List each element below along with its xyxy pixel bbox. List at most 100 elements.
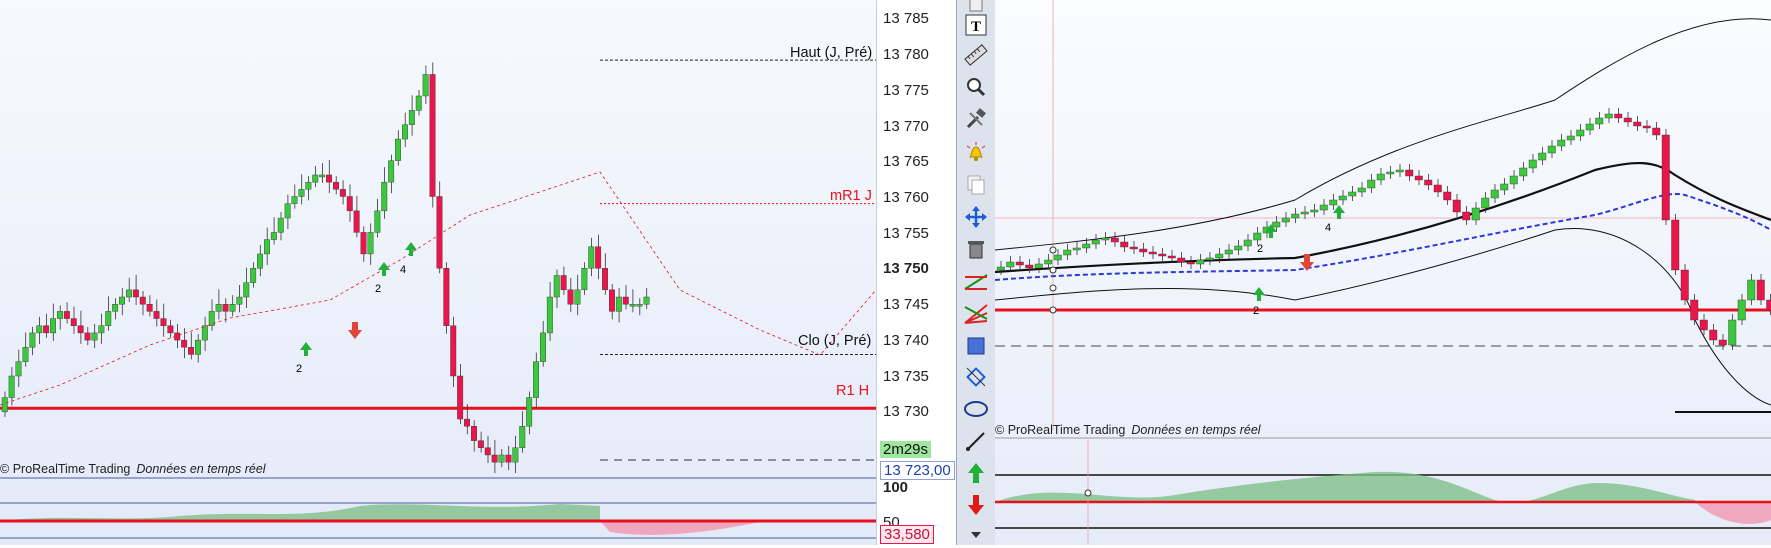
candle (589, 247, 595, 269)
alarm-icon[interactable] (961, 139, 991, 165)
candle (250, 268, 256, 282)
candle (464, 419, 470, 426)
candle (230, 304, 236, 311)
candle (195, 340, 201, 354)
candle (1064, 250, 1072, 255)
candle (1016, 262, 1024, 265)
rotate-rect-icon[interactable] (961, 364, 991, 390)
candle (85, 333, 91, 340)
watermark-copyright-icon: © (0, 462, 9, 476)
rectangle-icon[interactable] (961, 333, 991, 359)
osc-fill-up (995, 472, 1695, 502)
last-price-tag: 13 723,00 (880, 461, 955, 480)
left-chart-panel[interactable]: Haut (J, Pré) mR1 J Clo (J, Pré) R1 H 2 … (0, 0, 876, 545)
candle (375, 211, 381, 233)
selection-handle (1050, 307, 1056, 313)
candle (1092, 240, 1100, 244)
text-icon[interactable]: T (961, 12, 991, 38)
candle (533, 362, 539, 398)
candle (1463, 212, 1471, 220)
candle (1757, 280, 1765, 300)
price-axis[interactable]: 13 785 13 780 13 775 13 770 13 765 13 76… (876, 0, 957, 545)
candle (181, 340, 187, 347)
right-watermark: © ProRealTime TradingDonnées en temps ré… (995, 423, 1261, 437)
candle (1453, 200, 1461, 212)
candle (1235, 246, 1243, 250)
candle (1292, 214, 1300, 218)
selection-handle (1050, 285, 1056, 291)
candle (223, 304, 229, 311)
candle (271, 232, 277, 239)
signal-count: 2 (1257, 243, 1263, 255)
fan-icon[interactable] (961, 300, 991, 326)
candle (1083, 244, 1091, 248)
candle (1539, 153, 1547, 160)
candle (1035, 264, 1043, 268)
trendline-icon[interactable] (961, 268, 991, 294)
candle (561, 275, 567, 289)
candle (1273, 222, 1281, 227)
delete-icon[interactable] (961, 236, 991, 262)
candle (1719, 340, 1727, 345)
scroll-down-icon[interactable] (961, 522, 991, 548)
zoom-icon[interactable] (961, 74, 991, 100)
candle (423, 74, 429, 96)
candle (540, 333, 546, 362)
candle (237, 297, 243, 304)
candle (623, 297, 629, 304)
candle (1577, 130, 1585, 136)
candle (71, 319, 77, 326)
candle (478, 441, 484, 448)
buy-arrow-icon (1253, 287, 1265, 301)
candle (1225, 250, 1233, 254)
signal-count: 4 (1325, 222, 1331, 234)
candle (319, 175, 325, 177)
candle (1130, 247, 1138, 249)
down-arrow-icon[interactable] (961, 492, 991, 518)
candle (1444, 192, 1452, 200)
level-label-clo: Clo (J, Pré) (798, 333, 871, 349)
candle (1548, 146, 1556, 153)
candle (1691, 300, 1699, 320)
candle (57, 311, 63, 318)
arrow-line-icon[interactable] (961, 428, 991, 454)
candle (382, 182, 388, 211)
candle (257, 254, 263, 268)
candle (395, 139, 401, 161)
candle (23, 347, 29, 361)
candle (78, 326, 84, 333)
ruler-icon[interactable] (961, 42, 991, 68)
tools-icon[interactable] (961, 106, 991, 132)
candle (409, 110, 415, 124)
candle (1149, 252, 1157, 254)
candle (1415, 176, 1423, 180)
right-chart-panel[interactable]: 2 4 2 © ProRealTime TradingDonnées en te… (995, 0, 1771, 545)
candle (292, 197, 298, 204)
candle (140, 297, 146, 304)
candle (430, 74, 436, 196)
candle (1710, 330, 1718, 340)
candle (1054, 255, 1062, 260)
candle (575, 290, 581, 304)
candle (333, 182, 339, 189)
candle (630, 304, 636, 306)
candle (43, 326, 49, 333)
up-arrow-icon[interactable] (961, 460, 991, 486)
candle (340, 189, 346, 196)
signal-count: 4 (400, 264, 406, 276)
price-tick: 13 735 (883, 368, 929, 385)
candle (1643, 126, 1651, 128)
move-icon[interactable] (961, 204, 991, 230)
bollinger-lower (995, 228, 1771, 405)
ellipse-icon[interactable] (961, 396, 991, 422)
copy-icon[interactable] (961, 172, 991, 198)
selection-handle (1050, 247, 1056, 253)
right-chart-canvas[interactable] (995, 0, 1771, 545)
candle (526, 398, 532, 427)
candle (1159, 254, 1167, 256)
candle (554, 275, 560, 297)
candle (1615, 114, 1623, 118)
price-tick-current: 13 750 (883, 260, 929, 277)
candle (1026, 265, 1034, 268)
candle (609, 290, 615, 312)
